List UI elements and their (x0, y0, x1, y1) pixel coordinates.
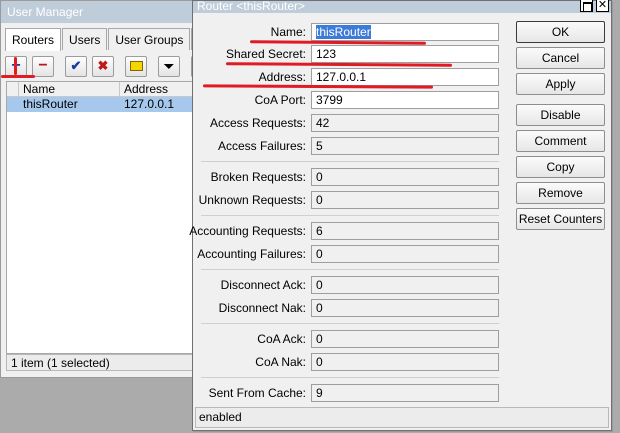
user-manager-window: User Manager Routers Users User Groups S… (0, 0, 221, 378)
sent-from-cache-label: Sent From Cache: (208, 386, 306, 400)
cancel-button[interactable]: Cancel (516, 47, 605, 69)
table-header: Name Address (7, 82, 210, 97)
annotation-underline (1, 75, 35, 78)
user-manager-status: 1 item (1 selected) (6, 354, 211, 371)
access-requests-label: Access Requests: (209, 116, 306, 130)
router-titlebar: Router <thisRouter> ✕ (193, 0, 611, 13)
close-icon[interactable]: ✕ (596, 0, 609, 12)
ok-button[interactable]: OK (516, 21, 605, 43)
coa-port-label: CoA Port: (254, 93, 306, 107)
coa-ack-value: 0 (311, 330, 499, 348)
remove-button[interactable]: − (32, 55, 54, 77)
shared-secret-row: Shared Secret: 123 (193, 45, 503, 63)
accounting-failures-value: 0 (311, 245, 499, 263)
filter-button[interactable]: ⏷ (158, 55, 180, 77)
copy-button[interactable]: Copy (516, 156, 605, 178)
address-field[interactable]: 127.0.0.1 (311, 68, 499, 86)
name-field[interactable]: thisRouter (311, 23, 499, 41)
disconnect-ack-row: Disconnect Ack: 0 (193, 276, 503, 294)
coa-nak-label: CoA Nak: (255, 355, 306, 369)
reset-counters-button[interactable]: Reset Counters (516, 208, 605, 230)
cross-icon: ✖ (97, 58, 109, 73)
broken-requests-row: Broken Requests: 0 (193, 168, 503, 186)
access-requests-row: Access Requests: 42 (193, 114, 503, 132)
note-icon: ▭ (129, 61, 143, 71)
disconnect-ack-label: Disconnect Ack: (220, 278, 306, 292)
disconnect-nak-value: 0 (311, 299, 499, 317)
funnel-icon: ⏷ (163, 57, 175, 74)
address-row: Address: 127.0.0.1 (193, 68, 503, 86)
access-failures-value: 5 (311, 137, 499, 155)
coa-ack-label: CoA Ack: (257, 332, 306, 346)
disable-button[interactable]: Disable (516, 104, 605, 126)
coa-port-row: CoA Port: 3799 (193, 91, 503, 109)
table-cell-flag (7, 97, 19, 112)
router-status-bar: enabled (195, 407, 609, 428)
address-label: Address: (258, 70, 306, 84)
coa-port-field[interactable]: 3799 (311, 91, 499, 109)
accounting-failures-row: Accounting Failures: 0 (193, 245, 503, 263)
table-header-flag (7, 82, 19, 96)
name-row: Name: thisRouter (193, 23, 503, 41)
accounting-requests-row: Accounting Requests: 6 (189, 222, 503, 240)
coa-nak-value: 0 (311, 353, 499, 371)
sent-from-cache-row: Sent From Cache: 9 (193, 384, 503, 402)
name-label: Name: (270, 25, 306, 39)
accounting-requests-label: Accounting Requests: (189, 224, 306, 238)
remove-button[interactable]: Remove (516, 182, 605, 204)
section-divider (201, 215, 499, 216)
user-manager-toolbar: + − ✔ ✖ ▭ ⏷ F (5, 54, 207, 78)
table-cell-name: thisRouter (23, 97, 78, 111)
annotation-underline (14, 57, 17, 75)
minus-icon: − (38, 57, 48, 74)
section-divider (201, 377, 499, 378)
sent-from-cache-value: 9 (311, 384, 499, 402)
broken-requests-label: Broken Requests: (210, 170, 306, 184)
disconnect-nak-row: Disconnect Nak: 0 (193, 299, 503, 317)
table-row[interactable]: thisRouter 127.0.0.1 (7, 97, 210, 112)
access-failures-label: Access Failures: (217, 139, 306, 153)
restore-icon[interactable] (580, 0, 593, 12)
name-value: thisRouter (316, 25, 371, 39)
access-requests-value: 42 (311, 114, 499, 132)
coa-nak-row: CoA Nak: 0 (193, 353, 503, 371)
shared-secret-label: Shared Secret: (225, 47, 306, 61)
tab-users[interactable]: Users (62, 28, 108, 50)
table-header-name[interactable]: Name (19, 82, 120, 96)
section-divider (201, 269, 499, 270)
enable-button[interactable]: ✔ (65, 55, 87, 77)
tab-user-groups[interactable]: User Groups (108, 28, 191, 50)
accounting-requests-value: 6 (311, 222, 499, 240)
disable-button[interactable]: ✖ (92, 55, 114, 77)
tab-routers[interactable]: Routers (5, 28, 62, 51)
router-dialog-title: Router <thisRouter> (197, 0, 306, 13)
disconnect-ack-value: 0 (311, 276, 499, 294)
disconnect-nak-label: Disconnect Nak: (218, 301, 306, 315)
routers-table: Name Address thisRouter 127.0.0.1 (6, 81, 211, 354)
user-manager-title: User Manager (1, 1, 211, 23)
access-failures-row: Access Failures: 5 (193, 137, 503, 155)
coa-ack-row: CoA Ack: 0 (193, 330, 503, 348)
section-divider (201, 323, 499, 324)
apply-button[interactable]: Apply (516, 73, 605, 95)
check-icon: ✔ (70, 58, 82, 73)
broken-requests-value: 0 (311, 168, 499, 186)
accounting-failures-label: Accounting Failures: (197, 247, 306, 261)
unknown-requests-value: 0 (311, 191, 499, 209)
comment-button[interactable]: ▭ (125, 55, 147, 77)
comment-button[interactable]: Comment (516, 130, 605, 152)
unknown-requests-row: Unknown Requests: 0 (193, 191, 503, 209)
section-divider (201, 161, 499, 162)
unknown-requests-label: Unknown Requests: (198, 193, 306, 207)
shared-secret-field[interactable]: 123 (311, 45, 499, 63)
user-manager-tabs: Routers Users User Groups Se (5, 28, 221, 51)
